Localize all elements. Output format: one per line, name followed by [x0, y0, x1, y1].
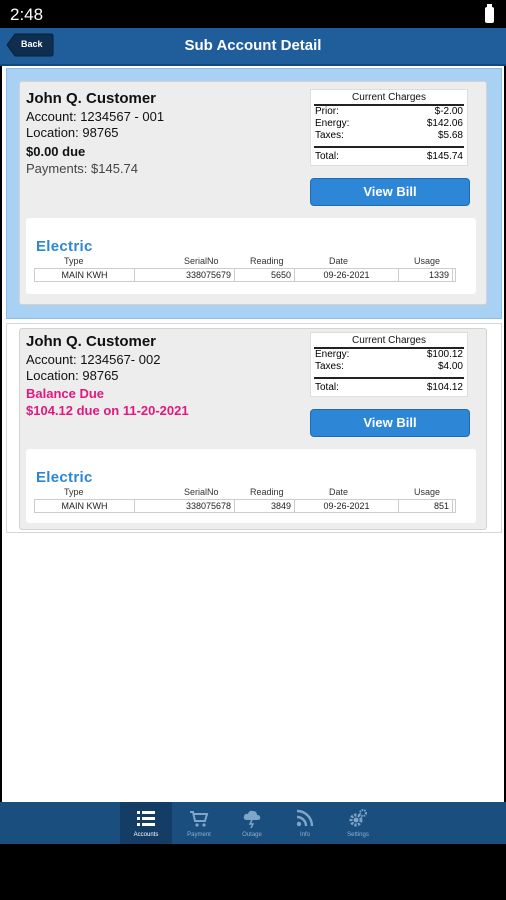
serial-cell: 338075679 — [135, 269, 235, 281]
charges-title: Current Charges — [314, 92, 464, 106]
account-number: Account: 1234567- 002 — [26, 352, 161, 367]
charge-row: Energy: $142.06 — [315, 118, 463, 130]
charge-row: Taxes: $4.00 — [315, 361, 463, 373]
status-bar: 2:48 — [0, 0, 506, 28]
type-cell: MAIN KWH — [35, 269, 135, 281]
column-header: Reading — [250, 487, 284, 497]
account-list: John Q. Customer Account: 1234567 - 001 … — [2, 66, 504, 802]
location: Location: 98765 — [26, 368, 119, 383]
total-value: $104.12 — [426, 382, 463, 393]
table-row: MAIN KWH 338075679 5650 09-26-2021 1339 — [34, 268, 456, 282]
nav-settings[interactable]: Settings — [332, 802, 384, 844]
charge-label: Taxes: — [315, 361, 344, 372]
service-title: Electric — [36, 469, 93, 486]
reading-cell: 3849 — [235, 500, 295, 512]
service-box: Electric Type SerialNo Reading Date Usag… — [26, 449, 476, 523]
usage-cell: 851 — [399, 500, 453, 512]
nav-info[interactable]: Info — [279, 802, 331, 844]
gear-icon — [349, 809, 367, 827]
column-header: SerialNo — [184, 256, 219, 266]
service-title: Electric — [36, 238, 93, 255]
type-cell: MAIN KWH — [35, 500, 135, 512]
charge-value: $-2.00 — [434, 106, 463, 117]
date-cell: 09-26-2021 — [295, 500, 399, 512]
storm-cloud-icon — [243, 810, 261, 828]
bottom-nav: Accounts Payment Outage Info Settings — [0, 802, 506, 844]
cart-icon — [190, 811, 209, 827]
charge-label: Energy: — [315, 349, 350, 360]
payments: Payments: $145.74 — [26, 161, 139, 176]
column-header: Type — [64, 487, 84, 497]
column-header: Usage — [414, 256, 441, 266]
charge-total-row: Total: $104.12 — [315, 382, 463, 394]
sub-account-item[interactable]: John Q. Customer Account: 1234567 - 001 … — [6, 68, 502, 319]
nav-label: Accounts — [133, 832, 159, 838]
charge-label: Taxes: — [315, 130, 344, 141]
page-title: Sub Account Detail — [184, 37, 322, 54]
nav-outage[interactable]: Outage — [226, 802, 278, 844]
list-icon — [137, 811, 155, 826]
amount-due: $0.00 due — [26, 144, 86, 159]
service-box: Electric Type SerialNo Reading Date Usag… — [26, 218, 476, 294]
date-cell: 09-26-2021 — [295, 269, 399, 281]
charge-value: $100.12 — [426, 349, 463, 360]
charge-total-row: Total: $145.74 — [315, 151, 463, 163]
sub-account-card: John Q. Customer Account: 1234567 - 001 … — [19, 81, 487, 305]
total-label: Total: — [315, 151, 339, 162]
column-header: Date — [329, 256, 349, 266]
charge-label: Prior: — [315, 106, 339, 117]
rss-icon — [296, 809, 314, 827]
charge-label: Energy: — [315, 118, 350, 129]
divider — [314, 377, 464, 379]
nav-label: Settings — [347, 832, 369, 838]
nav-payment[interactable]: Payment — [173, 802, 225, 844]
total-value: $145.74 — [426, 151, 463, 162]
reading-cell: 5650 — [235, 269, 295, 281]
charge-row: Energy: $100.12 — [315, 349, 463, 361]
charge-row: Taxes: $5.68 — [315, 130, 463, 142]
charge-value: $5.68 — [437, 130, 463, 141]
column-header: Reading — [250, 256, 284, 266]
column-header: Type — [64, 256, 84, 266]
app-header: Back Sub Account Detail — [0, 28, 506, 66]
charge-value: $142.06 — [426, 118, 463, 129]
view-bill-button[interactable]: View Bill — [310, 178, 470, 206]
nav-label: Outage — [242, 832, 262, 838]
charges-title: Current Charges — [314, 335, 464, 349]
table-row: MAIN KWH 338075678 3849 09-26-2021 851 — [34, 499, 456, 513]
sub-account-card: John Q. Customer Account: 1234567- 002 L… — [19, 328, 487, 530]
usage-cell: 1339 — [399, 269, 453, 281]
location: Location: 98765 — [26, 125, 119, 140]
nav-label: Info — [299, 832, 310, 838]
battery-icon — [485, 4, 494, 23]
customer-name: John Q. Customer — [26, 333, 157, 350]
column-header: SerialNo — [184, 487, 219, 497]
customer-name: John Q. Customer — [26, 90, 157, 107]
divider — [314, 146, 464, 148]
status-time: 2:48 — [10, 5, 44, 24]
account-number: Account: 1234567 - 001 — [26, 109, 165, 124]
current-charges-box: Current Charges Energy: $100.12 Taxes: $… — [310, 332, 468, 397]
sub-account-item[interactable]: John Q. Customer Account: 1234567- 002 L… — [6, 323, 502, 533]
total-label: Total: — [315, 382, 339, 393]
system-bar — [0, 844, 506, 900]
charge-row: Prior: $-2.00 — [315, 106, 463, 118]
charge-value: $4.00 — [437, 361, 463, 372]
nav-label: Payment — [187, 832, 211, 838]
view-bill-button[interactable]: View Bill — [310, 409, 470, 437]
nav-accounts[interactable]: Accounts — [120, 802, 172, 844]
balance-due-amount: $104.12 due on 11-20-2021 — [26, 403, 189, 418]
column-header: Usage — [414, 487, 441, 497]
serial-cell: 338075678 — [135, 500, 235, 512]
current-charges-box: Current Charges Prior: $-2.00 Energy: $1… — [310, 89, 468, 166]
balance-due-label: Balance Due — [26, 386, 105, 401]
column-header: Date — [329, 487, 349, 497]
